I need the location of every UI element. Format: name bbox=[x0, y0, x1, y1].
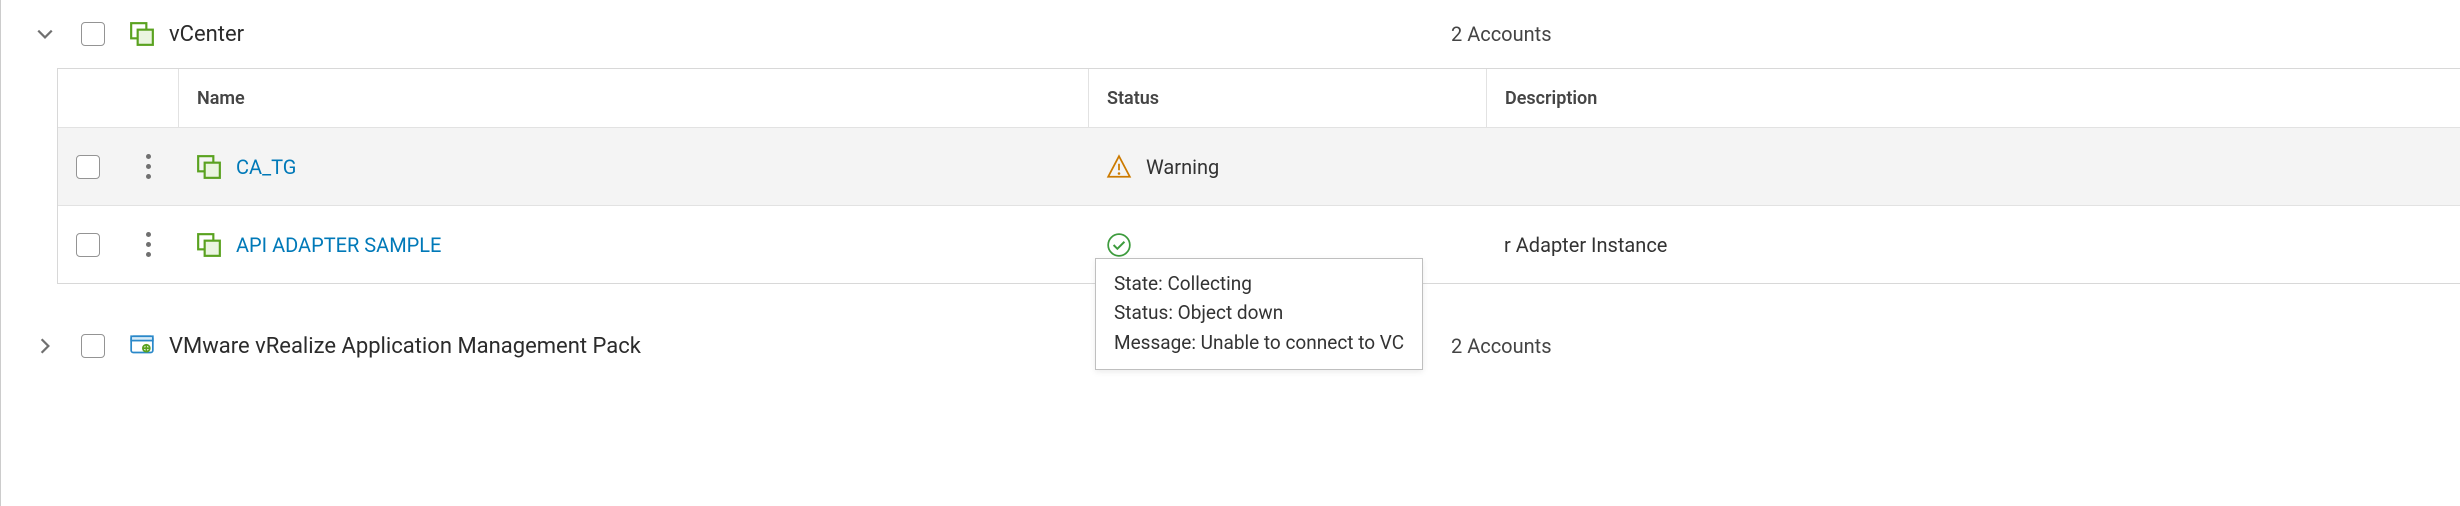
kebab-icon bbox=[146, 232, 151, 257]
row-menu-button[interactable] bbox=[118, 154, 178, 179]
group-checkbox-mgmtpack[interactable] bbox=[79, 334, 107, 358]
table-row[interactable]: CA_TG Warning CP_ bbox=[58, 127, 2460, 205]
group-checkbox-vcenter[interactable] bbox=[79, 22, 107, 46]
management-pack-icon bbox=[125, 333, 159, 359]
adapter-name-link[interactable]: API ADAPTER SAMPLE bbox=[236, 233, 441, 257]
row-name-cell: API ADAPTER SAMPLE bbox=[178, 232, 1088, 258]
tooltip-line: State: Collecting bbox=[1114, 269, 1404, 298]
col-status[interactable]: Status bbox=[1088, 69, 1486, 127]
row-description: r Adapter Instance bbox=[1486, 233, 2460, 257]
tooltip-line: Status: Object down bbox=[1114, 298, 1404, 327]
row-status-cell: Warning bbox=[1088, 154, 1486, 180]
row-checkbox[interactable] bbox=[58, 233, 118, 257]
status-tooltip: State: Collecting Status: Object down Me… bbox=[1095, 258, 1423, 370]
group-count: 2 Accounts bbox=[1451, 22, 1552, 46]
row-menu-button[interactable] bbox=[118, 232, 178, 257]
chevron-right-icon[interactable] bbox=[31, 337, 59, 355]
row-checkbox[interactable] bbox=[58, 155, 118, 179]
status-label: Warning bbox=[1146, 155, 1219, 179]
adapters-table: Name Status Description Colle CA_TG bbox=[57, 68, 2460, 284]
table-header: Name Status Description Colle bbox=[58, 69, 2460, 127]
chevron-down-icon[interactable] bbox=[31, 25, 59, 43]
adapter-name-link[interactable]: CA_TG bbox=[236, 155, 296, 179]
vcenter-icon bbox=[196, 154, 222, 180]
col-description[interactable]: Description bbox=[1486, 69, 2460, 127]
group-count: 2 Accounts bbox=[1451, 334, 1552, 358]
group-header-vcenter[interactable]: vCenter 2 Accounts bbox=[1, 0, 2460, 68]
group-title: vCenter bbox=[169, 22, 244, 47]
vcenter-icon bbox=[125, 21, 159, 47]
check-circle-icon bbox=[1106, 232, 1132, 258]
warning-icon bbox=[1106, 154, 1132, 180]
group-title: VMware vRealize Application Management P… bbox=[169, 334, 641, 359]
kebab-icon bbox=[146, 154, 151, 179]
row-status-cell bbox=[1088, 232, 1486, 258]
tooltip-line: Message: Unable to connect to VC bbox=[1114, 328, 1404, 357]
col-name[interactable]: Name bbox=[178, 69, 1088, 127]
vcenter-icon bbox=[196, 232, 222, 258]
row-name-cell: CA_TG bbox=[178, 154, 1088, 180]
